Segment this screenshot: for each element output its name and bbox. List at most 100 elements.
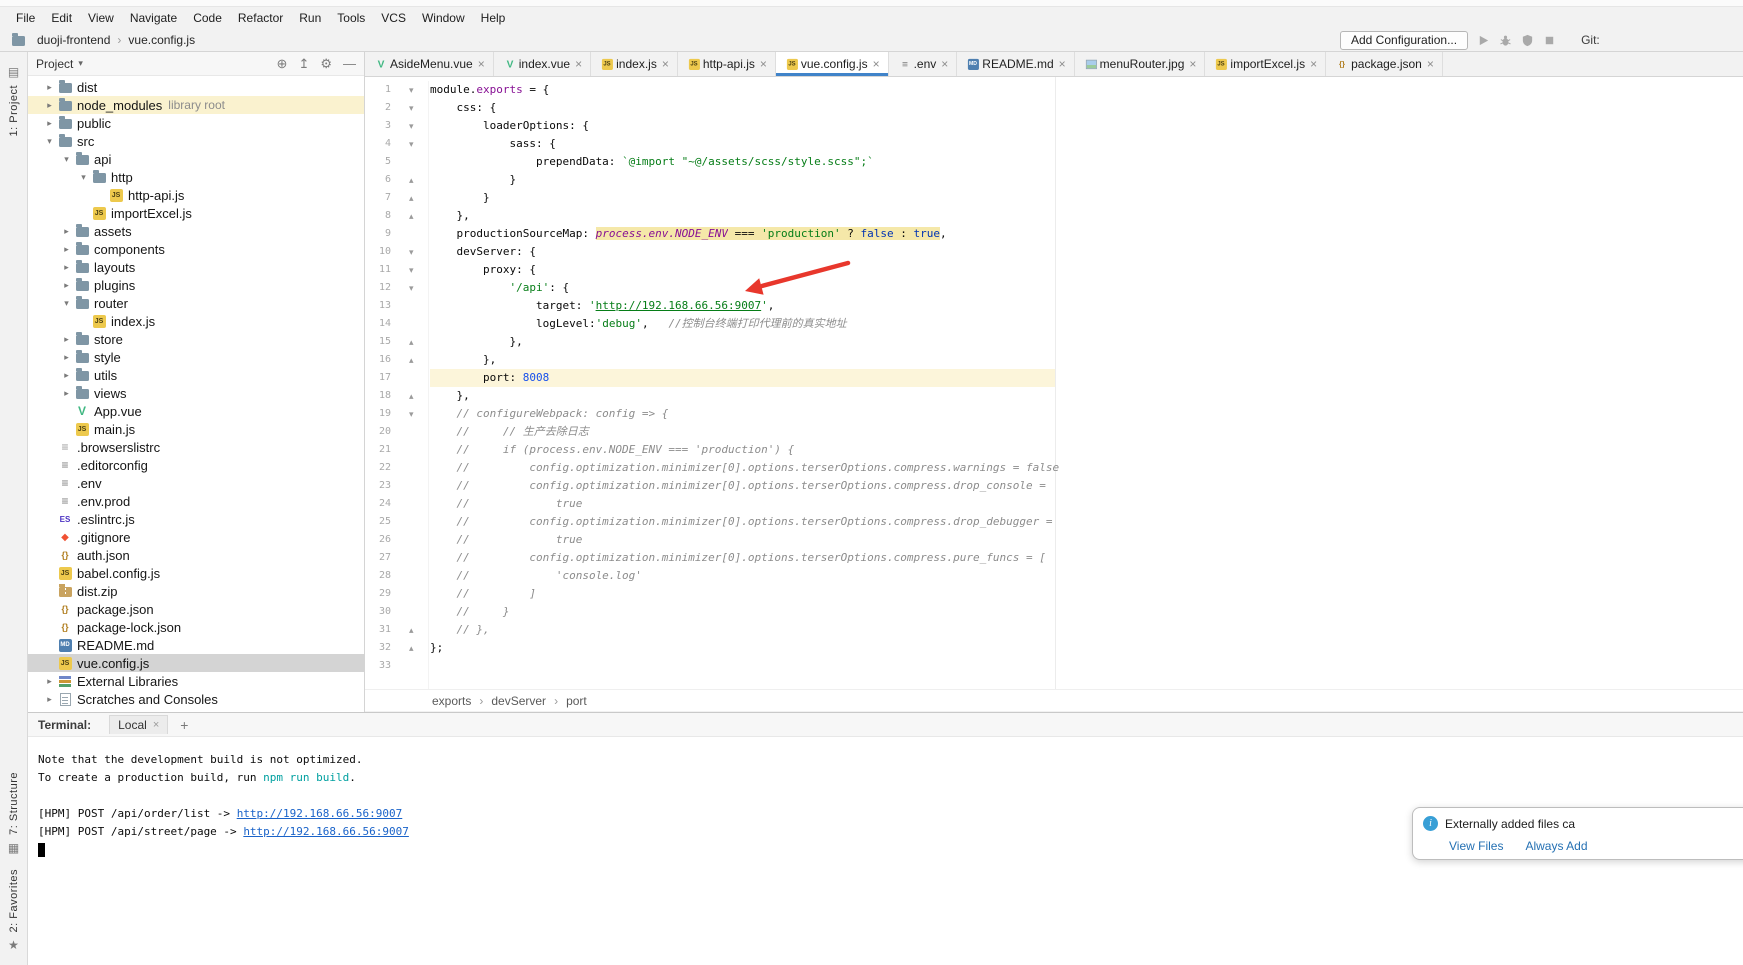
tree-chevron-icon[interactable]: ▾ bbox=[42, 136, 57, 147]
menu-item-code[interactable]: Code bbox=[185, 9, 230, 27]
fold-icon[interactable]: ▴ bbox=[409, 639, 414, 657]
breadcrumb-item-duoji-frontend[interactable]: duoji-frontend bbox=[37, 33, 110, 47]
tree-item-gitignore[interactable]: .gitignore bbox=[28, 528, 364, 546]
code-line[interactable]: // config.optimization.minimizer[0].opti… bbox=[430, 459, 1743, 477]
fold-icon[interactable]: ▾ bbox=[409, 261, 414, 279]
tree-item-babel-config-js[interactable]: babel.config.js bbox=[28, 564, 364, 582]
tree-item-api[interactable]: ▾api bbox=[28, 150, 364, 168]
tree-item-style[interactable]: ▸style bbox=[28, 348, 364, 366]
tree-chevron-icon[interactable]: ▸ bbox=[42, 676, 57, 687]
terminal-url-link[interactable]: http://192.168.66.56:9007 bbox=[237, 807, 403, 820]
code-line[interactable]: // config.optimization.minimizer[0].opti… bbox=[430, 513, 1743, 531]
notification-link-always-add[interactable]: Always Add bbox=[1525, 839, 1587, 853]
breadcrumb-item-vue-config-js[interactable]: vue.config.js bbox=[128, 33, 195, 47]
fold-icon[interactable]: ▾ bbox=[409, 117, 414, 135]
tree-chevron-icon[interactable]: ▸ bbox=[59, 352, 74, 363]
code-line[interactable]: // ] bbox=[430, 585, 1743, 603]
tree-item-views[interactable]: ▸views bbox=[28, 384, 364, 402]
close-icon[interactable] bbox=[1427, 57, 1434, 71]
menu-item-file[interactable]: File bbox=[8, 9, 43, 27]
code-line[interactable]: // configureWebpack: config => { bbox=[430, 405, 1743, 423]
tree-item-dist[interactable]: ▸dist bbox=[28, 78, 364, 96]
terminal-tab-local[interactable]: Local bbox=[109, 715, 168, 734]
tree-item-readme-md[interactable]: README.md bbox=[28, 636, 364, 654]
code-line[interactable]: // true bbox=[430, 531, 1743, 549]
tree-chevron-icon[interactable]: ▾ bbox=[59, 298, 74, 309]
editor-tab-menurouter-jpg[interactable]: menuRouter.jpg bbox=[1075, 52, 1206, 76]
menu-item-edit[interactable]: Edit bbox=[43, 9, 80, 27]
notification-link-view-files[interactable]: View Files bbox=[1449, 839, 1503, 853]
menu-item-refactor[interactable]: Refactor bbox=[230, 9, 291, 27]
tree-item-vue-config-js[interactable]: vue.config.js bbox=[28, 654, 364, 672]
code-line[interactable]: css: { bbox=[430, 99, 1743, 117]
editor-tab-readme-md[interactable]: README.md bbox=[957, 52, 1074, 76]
editor-breadcrumb-exports[interactable]: exports bbox=[430, 694, 473, 708]
code-line[interactable]: prependData: `@import "~@/assets/scss/st… bbox=[430, 153, 1743, 171]
collapse-all-icon[interactable]: ↥ bbox=[298, 56, 309, 72]
tree-chevron-icon[interactable]: ▸ bbox=[59, 244, 74, 255]
git-widget-label[interactable]: Git: bbox=[1581, 33, 1600, 47]
close-icon[interactable] bbox=[662, 57, 669, 71]
close-icon[interactable] bbox=[478, 57, 485, 71]
code-editor[interactable]: 1▾2▾3▾4▾56▴7▴8▴910▾11▾12▾131415▴16▴1718▴… bbox=[365, 77, 1743, 689]
tree-item-eslintrc-js[interactable]: .eslintrc.js bbox=[28, 510, 364, 528]
code-line[interactable]: }, bbox=[430, 333, 1743, 351]
code-line[interactable]: proxy: { bbox=[430, 261, 1743, 279]
code-line[interactable]: }, bbox=[430, 351, 1743, 369]
tree-item-scratches-and-consoles[interactable]: ▸Scratches and Consoles bbox=[28, 690, 364, 708]
menu-item-window[interactable]: Window bbox=[414, 9, 473, 27]
tree-item-node-modules[interactable]: ▸node_moduleslibrary root bbox=[28, 96, 364, 114]
debug-icon[interactable] bbox=[1499, 34, 1512, 47]
tree-item-http-api-js[interactable]: http-api.js bbox=[28, 186, 364, 204]
add-configuration-button[interactable]: Add Configuration... bbox=[1340, 31, 1468, 50]
code-line[interactable]: // config.optimization.minimizer[0].opti… bbox=[430, 477, 1743, 495]
tree-item-router[interactable]: ▾router bbox=[28, 294, 364, 312]
tree-chevron-icon[interactable]: ▸ bbox=[42, 694, 57, 705]
hide-panel-icon[interactable]: — bbox=[343, 56, 356, 71]
fold-icon[interactable]: ▴ bbox=[409, 387, 414, 405]
editor-tab-importexcel-js[interactable]: importExcel.js bbox=[1205, 52, 1326, 76]
code-line[interactable]: // true bbox=[430, 495, 1743, 513]
tree-item-components[interactable]: ▸components bbox=[28, 240, 364, 258]
editor-tab-index-js[interactable]: index.js bbox=[591, 52, 678, 76]
locate-file-icon[interactable]: ⊕ bbox=[277, 56, 288, 72]
tree-chevron-icon[interactable]: ▸ bbox=[42, 118, 57, 129]
tree-chevron-icon[interactable]: ▸ bbox=[42, 82, 57, 93]
code-line[interactable]: // if (process.env.NODE_ENV === 'product… bbox=[430, 441, 1743, 459]
tree-item-plugins[interactable]: ▸plugins bbox=[28, 276, 364, 294]
tree-item-package-lock-json[interactable]: package-lock.json bbox=[28, 618, 364, 636]
fold-icon[interactable]: ▾ bbox=[409, 405, 414, 423]
tree-chevron-icon[interactable]: ▸ bbox=[59, 334, 74, 345]
fold-icon[interactable]: ▾ bbox=[409, 135, 414, 153]
fold-icon[interactable]: ▾ bbox=[409, 243, 414, 261]
tree-chevron-icon[interactable]: ▾ bbox=[59, 154, 74, 165]
code-line[interactable]: productionSourceMap: process.env.NODE_EN… bbox=[430, 225, 1743, 243]
code-line[interactable]: } bbox=[430, 171, 1743, 189]
stop-icon[interactable] bbox=[1543, 34, 1556, 47]
close-icon[interactable] bbox=[153, 719, 159, 731]
tree-item-src[interactable]: ▾src bbox=[28, 132, 364, 150]
code-line[interactable]: loaderOptions: { bbox=[430, 117, 1743, 135]
menu-item-navigate[interactable]: Navigate bbox=[122, 9, 185, 27]
tree-item-main-js[interactable]: main.js bbox=[28, 420, 364, 438]
tree-item-browserslistrc[interactable]: .browserslistrc bbox=[28, 438, 364, 456]
fold-icon[interactable]: ▾ bbox=[409, 99, 414, 117]
editor-breadcrumb-devserver[interactable]: devServer bbox=[489, 694, 548, 708]
tree-item-editorconfig[interactable]: .editorconfig bbox=[28, 456, 364, 474]
tree-item-dist-zip[interactable]: dist.zip bbox=[28, 582, 364, 600]
tree-chevron-icon[interactable]: ▸ bbox=[59, 280, 74, 291]
tree-item-assets[interactable]: ▸assets bbox=[28, 222, 364, 240]
editor-tab-env[interactable]: .env bbox=[889, 52, 958, 76]
tree-item-importexcel-js[interactable]: importExcel.js bbox=[28, 204, 364, 222]
gear-icon[interactable]: ⚙ bbox=[320, 56, 332, 72]
code-line[interactable]: target: 'http://192.168.66.56:9007', bbox=[430, 297, 1743, 315]
coverage-icon[interactable] bbox=[1521, 34, 1534, 47]
tool-window-button-1-project[interactable]: ▤1: Project bbox=[8, 58, 20, 143]
tree-chevron-icon[interactable]: ▸ bbox=[59, 388, 74, 399]
close-icon[interactable] bbox=[575, 57, 582, 71]
run-icon[interactable] bbox=[1477, 34, 1490, 47]
tree-item-env[interactable]: .env bbox=[28, 474, 364, 492]
editor-tab-package-json[interactable]: package.json bbox=[1326, 52, 1443, 76]
code-line[interactable]: module.exports = { bbox=[430, 81, 1743, 99]
tree-item-auth-json[interactable]: auth.json bbox=[28, 546, 364, 564]
